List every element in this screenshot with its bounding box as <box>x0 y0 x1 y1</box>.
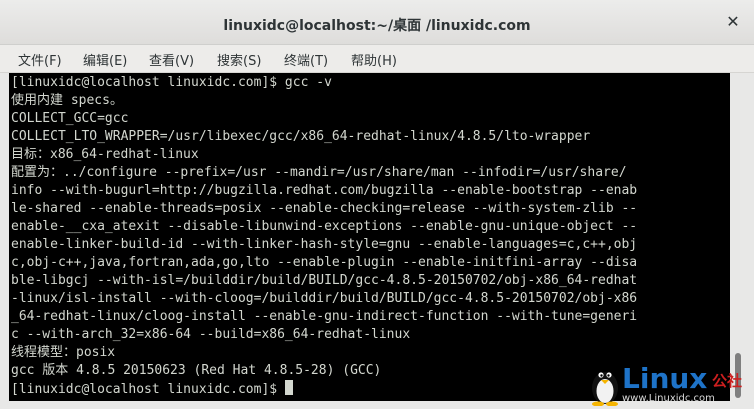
terminal-line: COLLECT_GCC=gcc <box>11 111 129 126</box>
menu-view[interactable]: 查看(V) <box>149 50 194 69</box>
terminal-output[interactable]: [linuxidc@localhost linuxidc.com]$ gcc -… <box>9 73 730 401</box>
terminal-line: enable-linker-build-id --with-linker-has… <box>11 237 638 252</box>
menu-help[interactable]: 帮助(H) <box>351 50 397 69</box>
watermark-brand-cn: 公社 <box>712 372 743 390</box>
terminal-line: c --with-arch_32=x86-64 --build=x86_64-r… <box>11 327 411 342</box>
terminal-line: info --with-bugurl=http://bugzilla.redha… <box>11 183 638 198</box>
scrollbar[interactable] <box>730 73 745 401</box>
terminal-line: 线程模型：posix <box>11 345 116 360</box>
terminal-line: 配置为：../configure --prefix=/usr --mandir=… <box>11 165 627 180</box>
terminal-line: COLLECT_LTO_WRAPPER=/usr/libexec/gcc/x86… <box>11 129 591 144</box>
tux-penguin-icon <box>592 372 618 406</box>
terminal-line: le-shared --enable-threads=posix --enabl… <box>11 201 638 216</box>
menu-edit[interactable]: 编辑(E) <box>83 50 127 69</box>
terminal-lines: [linuxidc@localhost linuxidc.com]$ gcc -… <box>11 74 730 398</box>
menu-search[interactable]: 搜索(S) <box>217 50 261 69</box>
terminal-line: c,obj-c++,java,fortran,ada,go,lto --enab… <box>11 255 638 270</box>
watermark-brand: Linux <box>622 362 708 395</box>
watermark-url: www.Linuxidc.com <box>622 393 715 404</box>
terminal-line: [linuxidc@localhost linuxidc.com]$ gcc -… <box>11 75 332 90</box>
menu-bar: 文件(F) 编辑(E) 查看(V) 搜索(S) 终端(T) 帮助(H) <box>0 45 754 73</box>
terminal-line: 目标：x86_64-redhat-linux <box>11 147 199 162</box>
window-title: linuxidc@localhost:~/桌面 /linuxidc.com <box>223 18 531 34</box>
terminal-window: linuxidc@localhost:~/桌面 /linuxidc.com ✕ … <box>0 0 754 409</box>
terminal-line: _64-redhat-linux/cloog-install --enable-… <box>11 309 638 324</box>
terminal-line: -linux/isl-install --with-cloog=/builddi… <box>11 291 638 306</box>
menu-file[interactable]: 文件(F) <box>18 50 62 69</box>
close-icon: ✕ <box>726 12 740 31</box>
terminal-line: enable-__cxa_atexit --disable-libunwind-… <box>11 219 638 234</box>
prompt-text: [linuxidc@localhost linuxidc.com]$ <box>11 382 285 397</box>
title-bar[interactable]: linuxidc@localhost:~/桌面 /linuxidc.com ✕ <box>0 0 754 45</box>
terminal-line: 使用内建 specs。 <box>11 93 123 108</box>
terminal-cursor <box>284 380 293 395</box>
terminal-line: ble-libgcj --with-isl=/builddir/build/BU… <box>11 273 638 288</box>
menu-terminal[interactable]: 终端(T) <box>284 50 328 69</box>
linuxidc-watermark: Linux 公社 www.Linuxidc.com <box>588 362 750 407</box>
close-button[interactable]: ✕ <box>724 13 742 31</box>
